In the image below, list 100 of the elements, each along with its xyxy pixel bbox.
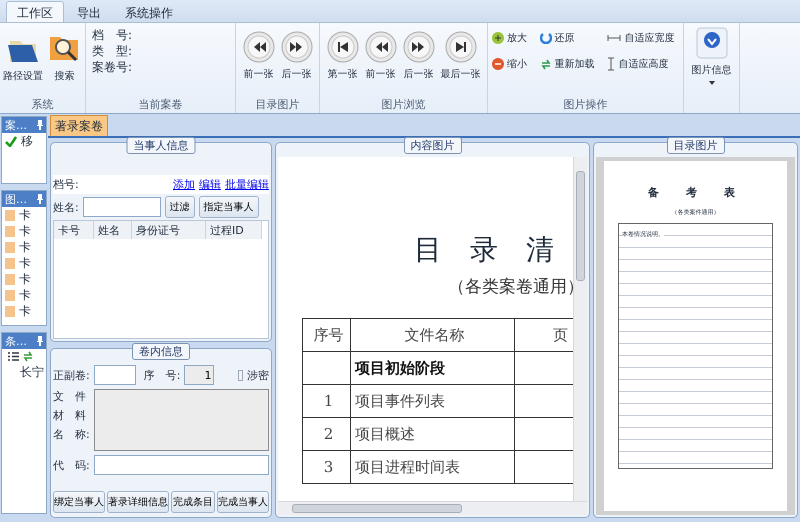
field-label: 序 号: xyxy=(144,368,180,382)
document-cell: 2 xyxy=(303,418,351,451)
field-label: 姓名: xyxy=(53,200,79,214)
pin-icon[interactable] xyxy=(37,336,43,346)
document-title: 目 录 清 xyxy=(414,232,555,268)
name-input[interactable] xyxy=(82,197,161,217)
minus-icon xyxy=(492,58,504,70)
ribbon-button[interactable]: 搜索 xyxy=(48,31,81,83)
field-label: 代 码: xyxy=(53,458,90,472)
group-title: 当前案卷 xyxy=(138,97,184,113)
link[interactable]: 编辑 xyxy=(199,177,221,192)
refresh-icon[interactable] xyxy=(23,351,33,362)
forward-icon xyxy=(444,31,476,63)
document-cell: 项目进程时间表 xyxy=(351,451,515,484)
assign-button[interactable]: 指定当事人 xyxy=(198,196,259,218)
dock-item[interactable]: 卡 xyxy=(2,255,46,271)
page-icon xyxy=(5,306,15,316)
dock-item[interactable]: 卡 xyxy=(2,287,46,303)
field-label: 案卷号: xyxy=(92,59,132,75)
reload-icon xyxy=(540,58,552,70)
fit-height-icon xyxy=(607,57,616,71)
dock-item[interactable]: 卡 xyxy=(2,239,46,255)
page-icon xyxy=(5,210,15,220)
volume-select[interactable] xyxy=(94,365,136,385)
dock-item[interactable]: 卡 xyxy=(2,271,46,287)
action-button[interactable]: 完成当事人 xyxy=(217,491,269,513)
link[interactable]: 添加 xyxy=(173,177,195,192)
document-title: 备 考 表 xyxy=(648,185,743,200)
panel-title: 案… xyxy=(5,118,27,132)
ribbon-button[interactable]: 缩小 xyxy=(492,55,532,73)
rewind-icon xyxy=(326,31,358,63)
ribbon-tab[interactable]: 导出 xyxy=(66,1,112,22)
material-name-field[interactable] xyxy=(94,389,269,451)
column-header[interactable]: 姓名 xyxy=(94,221,132,239)
code-input[interactable] xyxy=(94,455,269,475)
plus-icon xyxy=(492,32,504,44)
ribbon-tab[interactable]: 工作区 xyxy=(6,1,64,22)
page-icon xyxy=(5,290,15,300)
field-label: 名 称: xyxy=(53,427,90,442)
ribbon-button[interactable]: 放大 xyxy=(492,29,532,47)
secret-checkbox[interactable] xyxy=(238,370,243,380)
panel-title: 图… xyxy=(5,192,27,206)
document-subtitle: （各类案卷通用） xyxy=(448,276,585,298)
list-icon[interactable] xyxy=(8,352,19,361)
action-button[interactable]: 绑定当事人 xyxy=(53,491,105,513)
group-title: 当事人信息 xyxy=(126,137,196,154)
dropdown-arrow-icon xyxy=(708,81,714,85)
ribbon-button[interactable]: 后一张 xyxy=(280,31,312,81)
vertical-scrollbar[interactable] xyxy=(573,157,587,501)
column-header[interactable]: 卡号 xyxy=(54,221,94,239)
horizontal-scrollbar[interactable] xyxy=(278,501,587,515)
group-title: 目录图片 xyxy=(254,97,300,113)
pin-icon[interactable] xyxy=(37,120,43,130)
forward-icon xyxy=(280,31,312,63)
group-title: 图片操作 xyxy=(562,97,608,113)
column-header[interactable]: 过程ID xyxy=(206,221,262,239)
page-icon xyxy=(5,258,15,268)
ribbon-button[interactable]: 最后一张 xyxy=(440,31,480,81)
page-icon xyxy=(5,226,15,236)
action-button[interactable]: 完成条目 xyxy=(171,491,215,513)
column-header[interactable]: 身份证号 xyxy=(132,221,206,239)
group-title: 系统 xyxy=(30,97,54,113)
dock-item[interactable]: 移 xyxy=(2,133,46,149)
ribbon-button[interactable]: 图片信息 xyxy=(692,27,732,85)
document-cell: 3 xyxy=(303,451,351,484)
forward-icon xyxy=(402,31,434,63)
ribbon-button[interactable]: 还原 xyxy=(540,29,600,47)
document-cell: 1 xyxy=(303,385,351,418)
field-label: 档 号: xyxy=(92,27,132,43)
ribbon-button[interactable]: 前一张 xyxy=(364,31,396,81)
dock-item[interactable]: 卡 xyxy=(2,223,46,239)
document-cell: 项目概述 xyxy=(351,418,515,451)
rewind-icon xyxy=(364,31,396,63)
pin-icon[interactable] xyxy=(37,194,43,204)
filter-button[interactable]: 过滤 xyxy=(164,196,195,218)
link[interactable]: 批量编辑 xyxy=(225,177,269,192)
ribbon-button[interactable]: 前一张 xyxy=(242,31,274,81)
dock-item[interactable]: 卡 xyxy=(2,303,46,319)
field-label: 档号: xyxy=(53,177,80,192)
page-icon xyxy=(5,274,15,284)
document-cell: 项目事件列表 xyxy=(351,385,515,418)
group-title: 内容图片 xyxy=(404,137,462,154)
ribbon-tab[interactable]: 系统操作 xyxy=(114,1,184,22)
document-cell: 序号 xyxy=(303,319,351,352)
field-label: 类 型: xyxy=(92,43,132,59)
ribbon-button[interactable]: 后一张 xyxy=(402,31,434,81)
dock-item[interactable]: 卡 xyxy=(2,207,46,223)
check-icon xyxy=(5,136,17,146)
rewind-icon xyxy=(242,31,274,63)
ribbon-button[interactable]: 自适应宽度 xyxy=(607,29,679,47)
action-button[interactable]: 著录详细信息 xyxy=(107,491,169,513)
ribbon-button[interactable]: 路径设置 xyxy=(4,31,42,83)
sequence-field[interactable]: 1 xyxy=(184,365,214,385)
ribbon-button[interactable]: 重新加载 xyxy=(540,55,600,73)
group-title: 卷内信息 xyxy=(132,343,190,360)
dock-item[interactable]: 长宁 xyxy=(2,364,46,380)
ribbon-button[interactable]: 第一张 xyxy=(326,31,358,81)
document-tab[interactable]: 著录案卷 xyxy=(50,115,108,136)
ribbon-button[interactable]: 自适应高度 xyxy=(607,55,679,73)
document-cell: 项目初始阶段 xyxy=(351,352,515,385)
